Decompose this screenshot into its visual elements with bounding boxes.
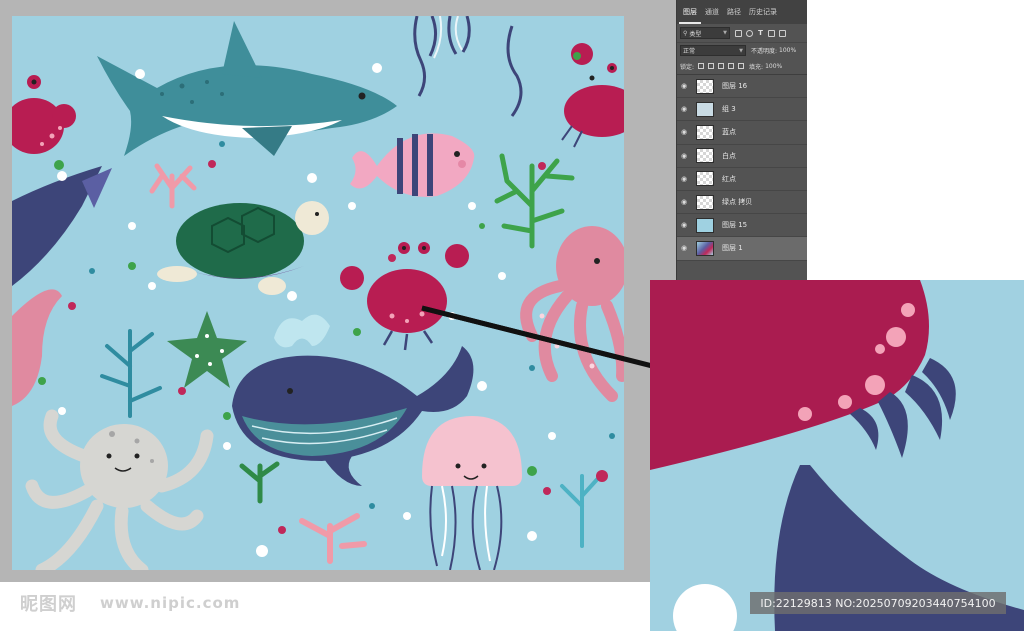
lock-artboard-icon[interactable]	[728, 63, 735, 69]
layer-thumbnail	[696, 78, 714, 94]
chevron-down-icon: ▼	[739, 47, 743, 54]
opacity-input[interactable]: 100%	[779, 47, 796, 54]
filter-icons: T	[735, 29, 786, 37]
tab-paths[interactable]: 路径	[723, 7, 745, 24]
tab-history[interactable]: 历史记录	[745, 7, 781, 24]
eye-icon[interactable]: ◉	[677, 82, 691, 90]
adjustment-filter-icon[interactable]	[746, 29, 753, 37]
eye-icon[interactable]: ◉	[677, 198, 691, 206]
lock-all-icon[interactable]	[738, 63, 745, 69]
watermark-url: www.nipic.com	[100, 594, 241, 612]
layer-filter-select[interactable]: ⚲ 类型 ▼	[680, 27, 730, 39]
layer-row-selected[interactable]: ◉ 图层 1	[677, 237, 807, 261]
fill-label: 填充:	[749, 63, 764, 71]
eye-icon[interactable]: ◉	[677, 221, 691, 229]
fill-input[interactable]: 100%	[765, 63, 782, 70]
layer-name: 图层 1	[722, 244, 743, 253]
panel-tabs: 图层 通道 路径 历史记录	[677, 0, 807, 24]
layer-name: 图层 15	[722, 221, 748, 230]
blend-row: 正常 ▼ 不透明度: 100%	[677, 43, 807, 58]
zoom-inset	[650, 280, 1024, 631]
layer-name: 绿点 拷贝	[722, 198, 753, 207]
eye-icon[interactable]: ◉	[677, 128, 691, 136]
watermark-logo: 昵图网	[20, 594, 77, 615]
lock-position-icon[interactable]	[718, 63, 725, 69]
layer-row[interactable]: ◉ 蓝点	[677, 121, 807, 145]
layer-name: 白点	[722, 151, 736, 160]
smart-object-filter-icon[interactable]	[779, 29, 786, 37]
layer-thumbnail	[696, 124, 714, 140]
layer-name: 蓝点	[722, 128, 736, 137]
shape-filter-icon[interactable]	[768, 29, 775, 37]
chevron-down-icon: ▼	[723, 30, 727, 36]
layer-row[interactable]: ◉ 绿点 拷贝	[677, 190, 807, 215]
filter-row: ⚲ 类型 ▼ T	[677, 24, 807, 43]
eye-icon[interactable]: ◉	[677, 175, 691, 183]
layer-name: 图层 16	[722, 82, 748, 91]
opacity-label: 不透明度:	[751, 48, 778, 55]
layer-row[interactable]: ◉ 组 3	[677, 98, 807, 122]
lock-icons	[698, 63, 745, 69]
type-filter-icon[interactable]: T	[757, 29, 764, 37]
layer-thumbnail	[696, 148, 714, 164]
blend-mode-select[interactable]: 正常 ▼	[680, 45, 746, 56]
layer-thumbnail	[696, 171, 714, 187]
blend-mode-value: 正常	[683, 48, 696, 55]
layer-name: 组 3	[722, 105, 736, 114]
layer-name: 红点	[722, 174, 736, 183]
layer-row[interactable]: ◉ 图层 16	[677, 75, 807, 99]
lock-transparent-icon[interactable]	[698, 63, 705, 69]
layers-panel: 图层 通道 路径 历史记录 ⚲ 类型 ▼ T 正常 ▼ 不透明度: 100% 锁…	[676, 0, 807, 280]
lock-row: 锁定: 填充: 100%	[677, 58, 807, 75]
layer-list: ◉ 图层 16 ◉ 组 3 ◉ 蓝点 ◉ 白点 ◉ 红点 ◉ 绿点 拷贝 ◉ 图…	[677, 75, 807, 261]
eye-icon[interactable]: ◉	[677, 152, 691, 160]
layer-row[interactable]: ◉ 红点	[677, 167, 807, 191]
tab-channels[interactable]: 通道	[701, 7, 723, 24]
layer-thumbnail	[696, 194, 714, 210]
tab-layers[interactable]: 图层	[679, 7, 701, 24]
layer-thumbnail	[696, 240, 714, 256]
eye-icon[interactable]: ◉	[677, 244, 691, 252]
lock-label: 锁定:	[680, 63, 695, 71]
layer-thumbnail	[696, 101, 714, 117]
pixel-filter-icon[interactable]	[735, 29, 742, 37]
zoomed-pixels	[650, 280, 1024, 631]
layer-row[interactable]: ◉ 图层 15	[677, 214, 807, 238]
layer-thumbnail	[696, 217, 714, 233]
layer-row[interactable]: ◉ 白点	[677, 144, 807, 168]
lock-image-icon[interactable]	[708, 63, 715, 69]
screenshot: 昵图网 www.nipic.com 图层 通道 路径 历史记录 ⚲ 类型 ▼ T	[0, 0, 1024, 631]
eye-icon[interactable]: ◉	[677, 105, 691, 113]
image-id-badge: ID:22129813 NO:20250709203440754100	[750, 592, 1006, 614]
search-icon: ⚲	[683, 29, 688, 37]
filter-type-label: 类型	[689, 30, 702, 38]
